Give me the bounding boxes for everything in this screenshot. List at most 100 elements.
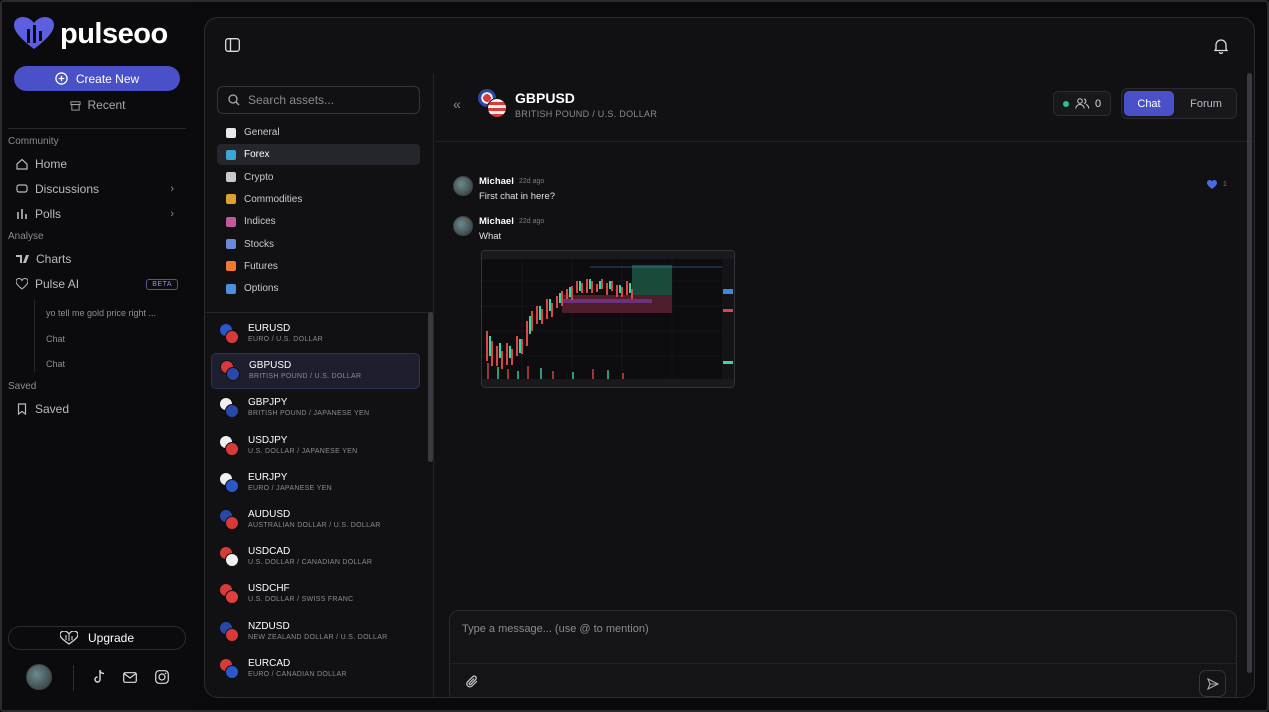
category-label: Futures [244,260,278,272]
chat-scrollbar[interactable] [1247,73,1252,673]
flag-icon [226,367,240,382]
asset-symbol: EURJPY [248,471,288,483]
category-general[interactable]: General [217,122,420,143]
divider [450,663,1236,664]
message-composer: Type a message... (use @ to mention) [449,610,1237,697]
category-label: General [244,127,280,138]
section-community: Community [8,136,59,147]
category-options[interactable]: Options [217,278,420,299]
upgrade-label: Upgrade [87,631,135,645]
asset-item-eurusd[interactable]: EURUSD EURO / U.S. DOLLAR [211,316,420,352]
like-count: 1 [1223,181,1227,188]
ai-history-item[interactable]: yo tell me gold price right ... [46,308,156,318]
message-author[interactable]: Michael [479,216,514,227]
nav-polls[interactable]: Polls › [16,204,186,224]
asset-list-scrollbar[interactable] [428,312,433,462]
message-time: 22d ago [519,178,545,185]
flag-icon [225,627,239,642]
logo-heart-icon [14,17,54,49]
asset-item-eurjpy[interactable]: EURJPY EURO / JAPANESE YEN [211,465,420,501]
message-author[interactable]: Michael [479,176,514,187]
asset-symbol: NZDUSD [248,620,290,632]
message-input[interactable]: Type a message... (use @ to mention) [462,623,649,635]
category-crypto[interactable]: Crypto [217,167,420,188]
nav-charts[interactable]: Charts [16,249,186,269]
tiktok-icon[interactable] [92,664,106,690]
nav-home[interactable]: Home [16,154,186,174]
category-stocks-icon [226,239,236,249]
recent-button[interactable]: Recent [2,98,194,112]
bell-icon[interactable] [1214,38,1228,54]
create-new-label: Create New [75,71,140,86]
asset-symbol: USDCAD [248,546,291,558]
chat-subtitle: BRITISH POUND / U.S. DOLLAR [515,109,658,119]
asset-item-gbpjpy[interactable]: GBPJPY BRITISH POUND / JAPANESE YEN [211,390,420,426]
category-forex[interactable]: Forex [217,144,420,166]
category-indices-icon [226,216,236,227]
asset-item-nzdusd[interactable]: NZDUSD NEW ZEALAND DOLLAR / U.S. DOLLAR [211,614,420,650]
upgrade-button[interactable]: Upgrade [8,626,186,650]
asset-item-gbpusd[interactable]: GBPUSD BRITISH POUND / U.S. DOLLAR [211,353,420,390]
asset-item-eurcad[interactable]: EURCAD EURO / CANADIAN DOLLAR [211,651,420,687]
section-analyse: Analyse [8,231,44,242]
flag-icon [225,590,239,605]
asset-symbol: EURUSD [248,323,291,334]
category-label: Commodities [244,193,303,205]
category-stocks[interactable]: Stocks [217,234,420,255]
avatar[interactable] [453,216,473,236]
tab-forum[interactable]: Forum [1180,91,1232,116]
message-time: 22d ago [519,218,545,225]
nav-saved[interactable]: Saved [16,399,186,419]
member-count: 0 [1095,97,1102,110]
category-futures[interactable]: Futures [217,256,420,277]
chart-screenshot-attachment[interactable] [481,250,735,388]
like-button[interactable]: 1 [1207,180,1227,189]
asset-item-audusd[interactable]: AUDUSD AUSTRALIAN DOLLAR / U.S. DOLLAR [211,502,420,538]
section-saved: Saved [8,381,37,392]
sidebar: pulseoo Create New Recent Community Home… [2,2,194,710]
paperclip-icon[interactable] [466,675,479,689]
chevron-right-icon: › [170,208,174,220]
sidebar-toggle-icon[interactable] [225,38,240,52]
currency-flags-icon [220,360,240,382]
logo[interactable]: pulseoo [14,16,168,52]
send-button[interactable] [1199,670,1226,697]
collapse-icon[interactable]: « [453,96,461,112]
category-commodities[interactable]: Commodities [217,189,420,210]
nav-discussions[interactable]: Discussions › [16,179,186,199]
tab-chat[interactable]: Chat [1124,91,1174,116]
instagram-icon[interactable] [155,664,169,690]
mail-icon[interactable] [123,664,137,690]
asset-item-usdjpy[interactable]: USDJPY U.S. DOLLAR / JAPANESE YEN [211,428,420,464]
nav-pulse-ai[interactable]: Pulse AI BETA [16,274,186,294]
asset-text: NZDUSD NEW ZEALAND DOLLAR / U.S. DOLLAR [248,621,388,643]
online-members-badge[interactable]: 0 [1053,91,1111,116]
create-new-button[interactable]: Create New [14,66,180,91]
send-icon [1206,677,1219,690]
nav-saved-label: Saved [35,402,70,416]
discussion-icon [16,184,28,193]
asset-name: EURO / CANADIAN DOLLAR [248,670,347,678]
asset-item-usdchf[interactable]: USDCHF U.S. DOLLAR / SWISS FRANC [211,576,420,612]
flag-icon [225,516,239,530]
chat-forum-toggle: Chat Forum [1121,88,1237,119]
nav-polls-label: Polls [35,207,62,221]
heart-icon [1207,180,1217,189]
category-label: Forex [244,149,270,161]
message-text: First chat in here? [479,191,556,202]
asset-symbol: EURCAD [248,657,291,669]
category-indices[interactable]: Indices [217,211,420,232]
recent-label: Recent [87,98,126,112]
ai-history-item[interactable]: Chat [46,359,65,369]
currency-flags-icon [219,323,239,345]
ai-history-item[interactable]: Chat [46,334,65,344]
currency-flags-icon [219,471,239,494]
avatar[interactable] [453,176,473,196]
asset-text: GBPUSD BRITISH POUND / U.S. DOLLAR [249,360,361,382]
search-input[interactable]: Search assets... [217,86,420,114]
category-crypto-icon [226,172,236,183]
assets-column: Search assets... General Forex Crypto Commo… [205,74,434,697]
asset-item-usdcad[interactable]: USDCAD U.S. DOLLAR / CANADIAN DOLLAR [211,539,420,575]
category-commodities-icon [226,194,236,205]
user-avatar[interactable] [26,664,52,690]
